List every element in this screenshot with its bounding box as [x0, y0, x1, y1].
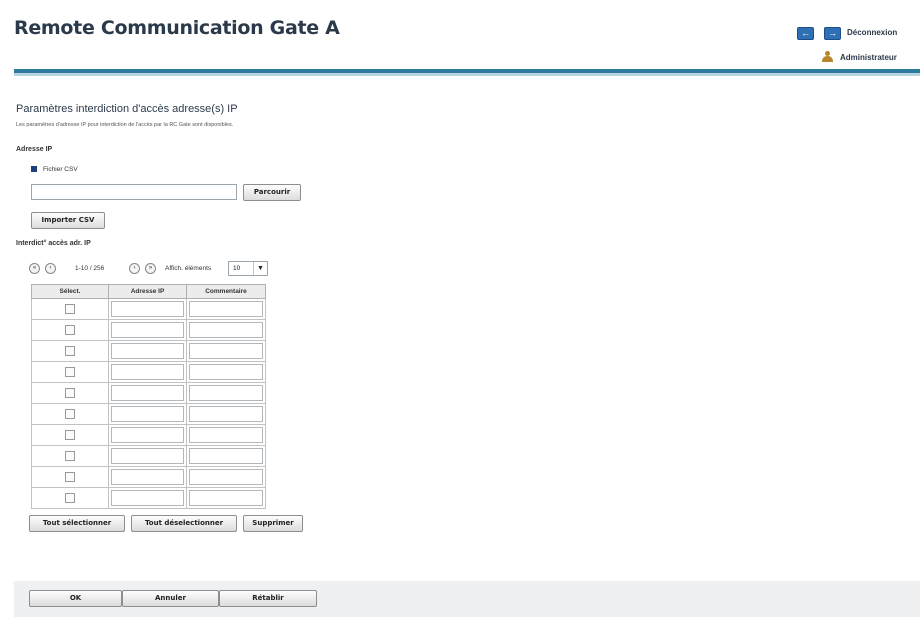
table-row: [31, 340, 266, 362]
comment-input[interactable]: [189, 490, 263, 506]
table-row: [31, 403, 266, 425]
logout-icon[interactable]: →: [824, 27, 841, 40]
csv-file-label: Fichier CSV: [43, 166, 78, 173]
ok-button[interactable]: OK: [29, 590, 122, 607]
row-checkbox[interactable]: [65, 493, 75, 504]
page-description: Les paramètres d'adresse IP pour interdi…: [16, 122, 234, 128]
header-ip-address: Adresse IP: [108, 284, 187, 299]
blocked-ip-table: Sélect. Adresse IP Commentaire: [31, 284, 266, 509]
chevron-down-icon: ▼: [253, 262, 267, 275]
comment-input[interactable]: [189, 322, 263, 338]
comment-input[interactable]: [189, 427, 263, 443]
items-per-page-value: 10: [233, 265, 241, 272]
row-checkbox[interactable]: [65, 430, 75, 441]
header-select: Sélect.: [31, 284, 109, 299]
browse-button[interactable]: Parcourir: [243, 184, 301, 201]
user-label: Administrateur: [840, 53, 897, 62]
row-checkbox[interactable]: [65, 409, 75, 420]
back-icon[interactable]: ←: [797, 27, 814, 40]
header-comment: Commentaire: [186, 284, 266, 299]
blocked-ip-list-label: Interdict° accès adr. IP: [16, 240, 91, 247]
page-range: 1-10 / 256: [75, 265, 105, 272]
table-row: [31, 466, 266, 488]
delete-button[interactable]: Supprimer: [243, 515, 303, 532]
row-checkbox[interactable]: [65, 367, 75, 378]
csv-bullet-icon: [31, 166, 37, 172]
row-checkbox[interactable]: [65, 346, 75, 357]
comment-input[interactable]: [189, 469, 263, 485]
ip-address-input[interactable]: [111, 469, 184, 485]
cancel-button[interactable]: Annuler: [122, 590, 219, 607]
reset-button[interactable]: Rétablir: [219, 590, 317, 607]
table-row: [31, 424, 266, 446]
import-csv-button[interactable]: Importer CSV: [31, 212, 105, 229]
ip-address-input[interactable]: [111, 385, 184, 401]
logout-link[interactable]: Déconnexion: [847, 28, 897, 37]
comment-input[interactable]: [189, 448, 263, 464]
ip-address-input[interactable]: [111, 490, 184, 506]
comment-input[interactable]: [189, 385, 263, 401]
app-title: Remote Communication Gate A: [14, 17, 340, 39]
row-checkbox[interactable]: [65, 388, 75, 399]
user-icon: [822, 51, 833, 62]
row-checkbox[interactable]: [65, 472, 75, 483]
ip-address-input[interactable]: [111, 364, 184, 380]
page-title: Paramètres interdiction d'accès adresse(…: [16, 103, 238, 115]
table-row: [31, 298, 266, 320]
select-all-button[interactable]: Tout sélectionner: [29, 515, 125, 532]
prev-page-icon[interactable]: ‹: [45, 263, 56, 274]
row-checkbox[interactable]: [65, 304, 75, 315]
comment-input[interactable]: [189, 301, 263, 317]
first-page-icon[interactable]: «: [29, 263, 40, 274]
ip-address-input[interactable]: [111, 448, 184, 464]
csv-path-input[interactable]: [31, 184, 237, 200]
ip-address-input[interactable]: [111, 343, 184, 359]
table-row: [31, 319, 266, 341]
items-per-page-label: Affich. éléments: [165, 265, 212, 272]
ip-address-input[interactable]: [111, 301, 184, 317]
table-row: [31, 382, 266, 404]
ip-address-input[interactable]: [111, 322, 184, 338]
table-row: [31, 487, 266, 509]
comment-input[interactable]: [189, 406, 263, 422]
table-row: [31, 361, 266, 383]
comment-input[interactable]: [189, 364, 263, 380]
ip-address-input[interactable]: [111, 406, 184, 422]
row-checkbox[interactable]: [65, 325, 75, 336]
items-per-page-select[interactable]: 10 ▼: [228, 261, 268, 276]
deselect-all-button[interactable]: Tout déselectionner: [131, 515, 237, 532]
table-row: [31, 445, 266, 467]
row-checkbox[interactable]: [65, 451, 75, 462]
ip-address-input[interactable]: [111, 427, 184, 443]
next-page-icon[interactable]: ›: [129, 263, 140, 274]
last-page-icon[interactable]: »: [145, 263, 156, 274]
ip-address-section-label: Adresse IP: [16, 146, 53, 153]
comment-input[interactable]: [189, 343, 263, 359]
